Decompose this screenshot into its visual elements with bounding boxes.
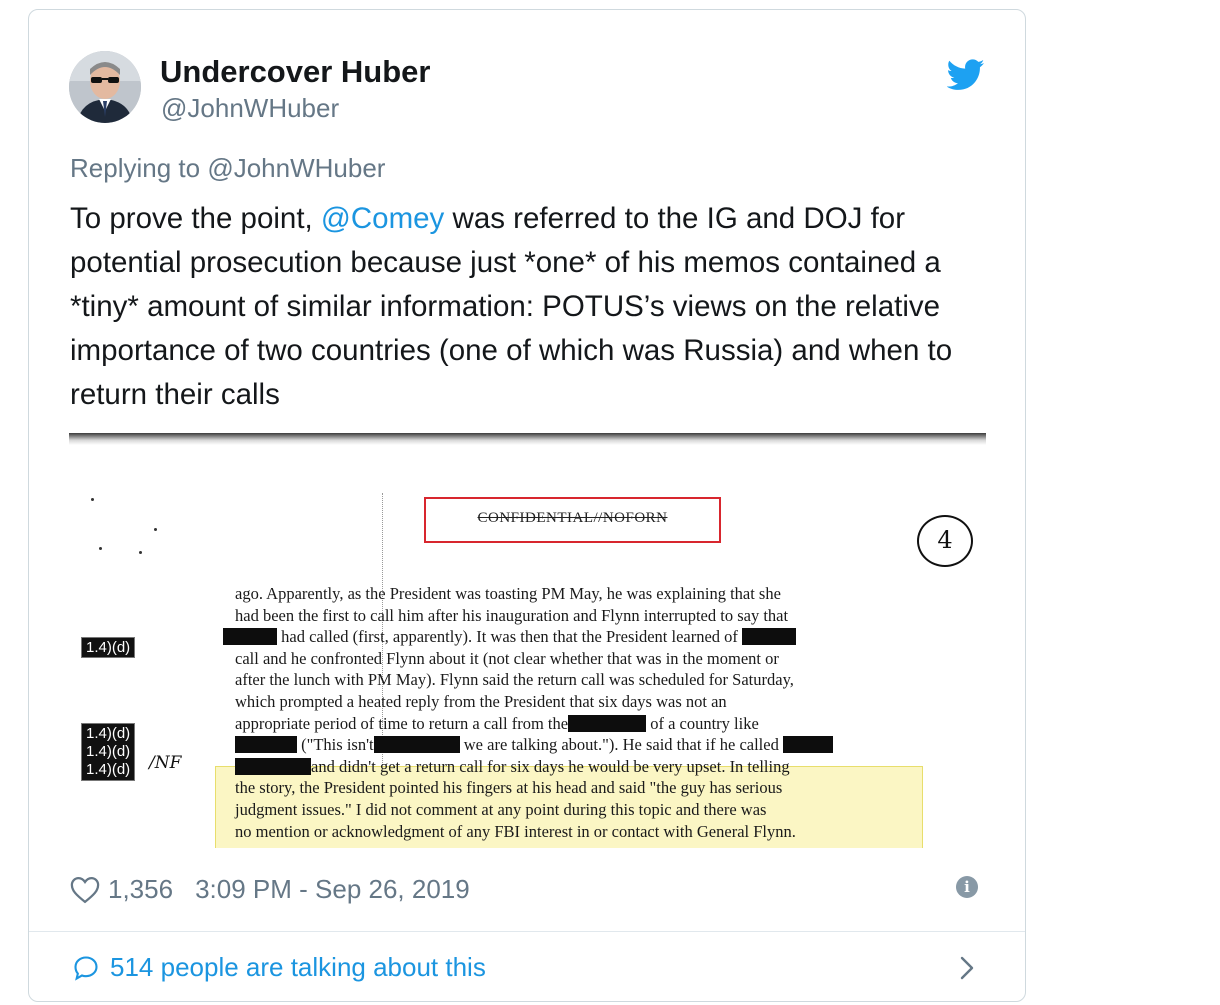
info-icon[interactable]: i xyxy=(956,876,978,898)
handwritten-nf-mark: /NF xyxy=(149,753,182,773)
redaction-code-tag: 1.4)(d) xyxy=(81,637,136,658)
tweet-text: To prove the point, @Comey was referred … xyxy=(70,197,1000,417)
scan-edge xyxy=(69,433,986,445)
memo-line: appropriate period of time to return a c… xyxy=(235,713,915,735)
memo-line: had called (first, apparently). It was t… xyxy=(223,626,915,648)
avatar[interactable] xyxy=(69,51,141,123)
scan-speck xyxy=(91,498,94,501)
memo-line: ("This isn't we are talking about."). He… xyxy=(235,734,915,756)
memo-line-text: we are talking about."). He said that if… xyxy=(463,735,779,755)
talking-about-link[interactable]: 514 people are talking about this xyxy=(72,952,486,983)
classification-text: CONFIDENTIAL//NOFORN xyxy=(477,510,668,526)
memo-line-text: had called (first, apparently). It was t… xyxy=(281,627,738,647)
author-name[interactable]: Undercover Huber xyxy=(160,54,430,90)
redaction-code-stack: 1.4)(d) 1.4)(d) 1.4)(d) xyxy=(81,723,136,781)
classification-stamp: CONFIDENTIAL//NOFORN xyxy=(424,497,721,543)
scan-speck xyxy=(154,528,157,531)
memo-line: had been the first to call him after his… xyxy=(235,605,789,625)
memo-line-text: of a country like xyxy=(650,713,759,733)
memo-line-text: and didn't get a return call for six day… xyxy=(311,756,790,776)
memo-line: ago. Apparently, as the President was to… xyxy=(235,584,781,603)
chevron-right-icon[interactable] xyxy=(959,955,975,981)
scan-speck xyxy=(139,551,142,554)
memo-line: judgment issues." I did not comment at a… xyxy=(235,799,767,819)
redaction-bar xyxy=(742,628,797,646)
redaction-bar xyxy=(373,736,460,754)
redaction-bar xyxy=(235,757,311,775)
speech-bubble-icon xyxy=(74,955,98,981)
tweet-text-start: To prove the point, xyxy=(70,202,321,235)
redaction-code: 1.4)(d) xyxy=(86,761,131,778)
mention-link[interactable]: @Comey xyxy=(321,202,444,235)
memo-line-text: appropriate period of time to return a c… xyxy=(235,713,569,733)
author-handle[interactable]: @JohnWHuber xyxy=(161,93,339,124)
replying-to-link[interactable]: @JohnWHuber xyxy=(207,153,385,183)
heart-icon[interactable] xyxy=(70,876,100,904)
redaction-bar xyxy=(568,714,647,732)
tweet-meta: 1,356 3:09 PM - Sep 26, 2019 xyxy=(70,874,470,905)
memo-line: after the lunch with PM May). Flynn said… xyxy=(235,670,794,690)
redaction-bar xyxy=(235,736,297,754)
attached-document-image[interactable]: CONFIDENTIAL//NOFORN 4 1.4)(d) 1.4)(d) 1… xyxy=(69,433,986,848)
redaction-code: 1.4)(d) xyxy=(86,725,131,742)
redaction-code: 1.4)(d) xyxy=(86,743,131,760)
scan-speck xyxy=(99,547,102,550)
redaction-bar xyxy=(223,628,277,646)
memo-line: which prompted a heated reply from the P… xyxy=(235,691,727,711)
divider xyxy=(29,931,1025,932)
memo-line: the story, the President pointed his fin… xyxy=(235,778,783,798)
avatar-image xyxy=(69,51,141,123)
page-number-circled: 4 xyxy=(917,515,973,567)
memo-line: call and he confronted Flynn about it (n… xyxy=(235,648,779,668)
like-count[interactable]: 1,356 xyxy=(108,874,173,905)
memo-line: and didn't get a return call for six day… xyxy=(235,756,915,778)
memo-text: ago. Apparently, as the President was to… xyxy=(223,583,915,842)
talking-about-text: 514 people are talking about this xyxy=(110,952,486,982)
tweet-timestamp[interactable]: 3:09 PM - Sep 26, 2019 xyxy=(195,874,470,905)
twitter-bird-icon[interactable] xyxy=(947,59,985,91)
memo-line-text: ("This isn't xyxy=(301,735,374,755)
memo-line: no mention or acknowledgment of any FBI … xyxy=(235,821,796,841)
tweet-card: Undercover Huber @JohnWHuber Replying to… xyxy=(28,9,1026,1002)
redaction-bar xyxy=(782,736,833,754)
replying-to: Replying to @JohnWHuber xyxy=(70,153,385,184)
replying-prefix: Replying to xyxy=(70,153,201,183)
